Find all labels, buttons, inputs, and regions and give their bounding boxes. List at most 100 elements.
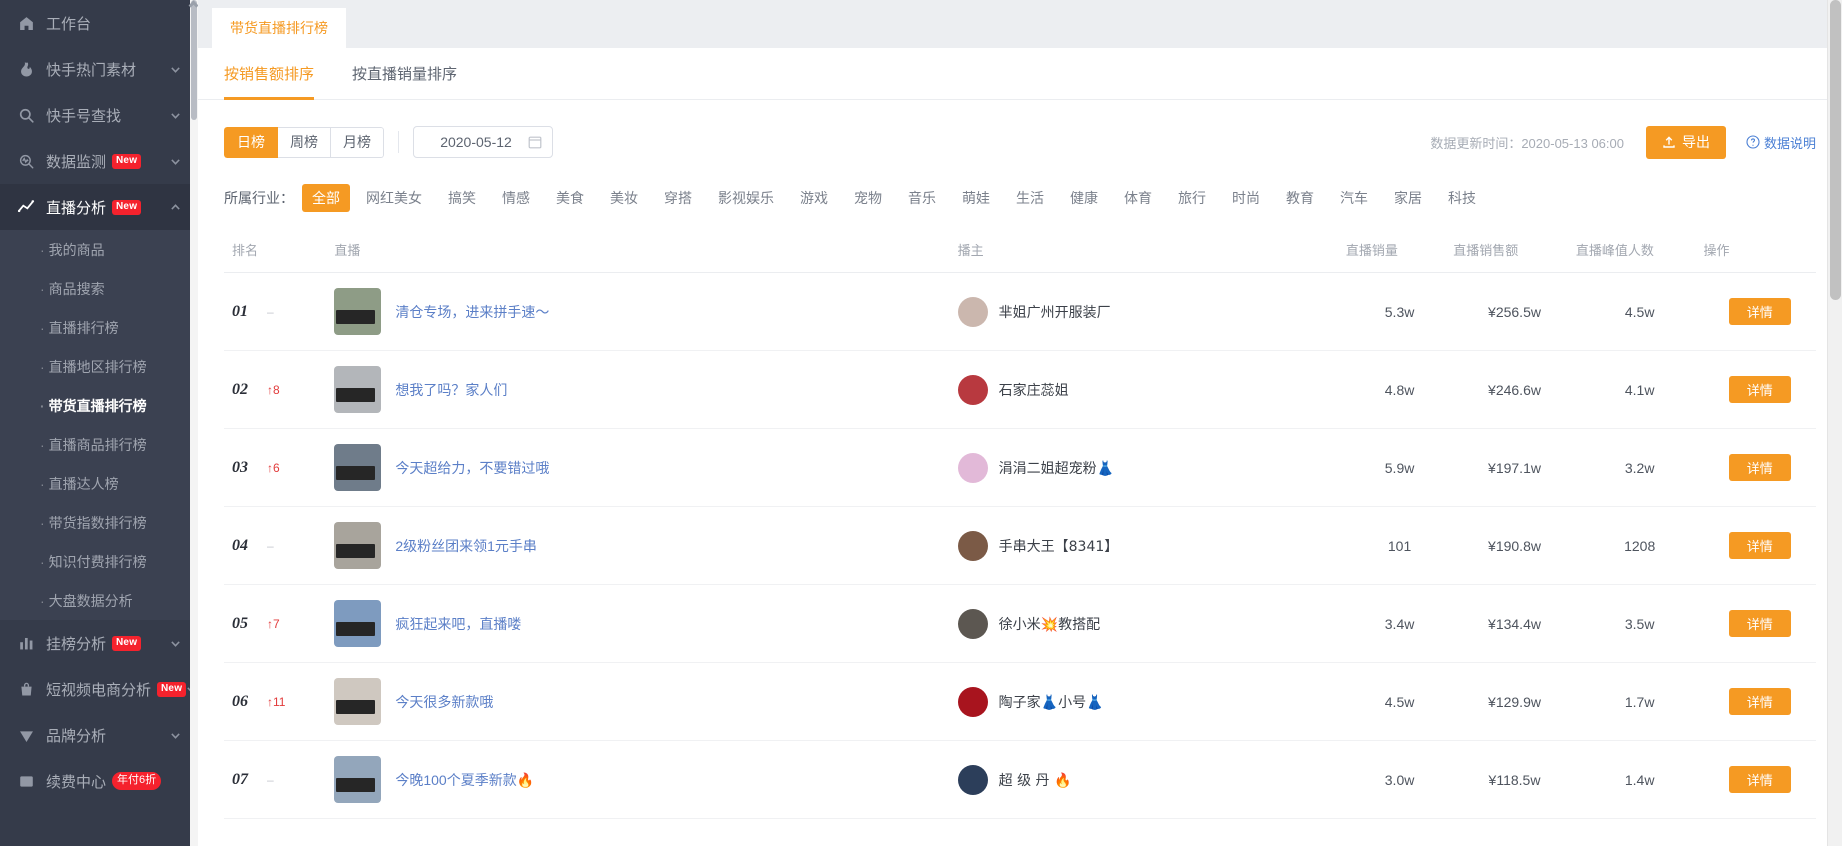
data-description-link[interactable]: 数据说明 <box>1746 133 1816 152</box>
sidebar-item-main-0[interactable]: 工作台 <box>0 0 198 46</box>
live-title-link[interactable]: 今晚100个夏季新款🔥 <box>395 770 534 790</box>
live-title-link[interactable]: 疯狂起来吧，直播喽 <box>395 614 521 634</box>
live-title-link[interactable]: 清仓专场，进来拼手速～ <box>395 302 549 322</box>
sidebar-subitem-0[interactable]: · 我的商品 <box>0 230 198 269</box>
period-option-0[interactable]: 日榜 <box>224 126 278 158</box>
sidebar-subitem-4[interactable]: · 带货直播排行榜 <box>0 386 198 425</box>
host-name-link[interactable]: 陶子家👗小号👗 <box>999 692 1104 712</box>
industry-chip-15[interactable]: 旅行 <box>1168 184 1216 212</box>
industry-chip-8[interactable]: 游戏 <box>790 184 838 212</box>
detail-button[interactable]: 详情 <box>1728 454 1791 481</box>
host-avatar[interactable] <box>957 374 988 405</box>
industry-chip-10[interactable]: 音乐 <box>898 184 946 212</box>
new-badge: New <box>112 199 142 215</box>
host-avatar[interactable] <box>957 686 988 717</box>
host-avatar[interactable] <box>957 296 988 327</box>
sidebar-item-main-1[interactable]: 快手热门素材 <box>0 46 198 92</box>
tab-daihuo-live-ranking[interactable]: 带货直播排行榜 <box>212 8 346 48</box>
industry-chip-16[interactable]: 时尚 <box>1222 184 1270 212</box>
page-scrollbar-thumb[interactable] <box>1830 0 1841 300</box>
industry-chip-11[interactable]: 萌娃 <box>952 184 1000 212</box>
host-avatar[interactable] <box>957 608 988 639</box>
industry-chip-1[interactable]: 网红美女 <box>356 184 432 212</box>
chevron-down-icon[interactable] <box>169 729 181 741</box>
live-thumbnail[interactable] <box>334 366 382 413</box>
cell-live: 2级粉丝团来领1元手串 <box>334 506 958 585</box>
sidebar-subitem-8[interactable]: · 知识付费排行榜 <box>0 542 198 581</box>
detail-button[interactable]: 详情 <box>1728 688 1791 715</box>
chevron-down-icon[interactable] <box>169 155 181 167</box>
live-thumbnail[interactable] <box>334 522 382 569</box>
industry-chip-3[interactable]: 情感 <box>492 184 540 212</box>
industry-chip-19[interactable]: 家居 <box>1384 184 1432 212</box>
live-title-link[interactable]: 今天很多新款哦 <box>395 692 493 712</box>
industry-chip-7[interactable]: 影视娱乐 <box>708 184 784 212</box>
sidebar-item-main-2[interactable]: 快手号查找 <box>0 92 198 138</box>
industry-chip-5[interactable]: 美妆 <box>600 184 648 212</box>
host-avatar[interactable] <box>957 530 988 561</box>
export-button[interactable]: 导出 <box>1645 125 1726 159</box>
chevron-up-icon[interactable] <box>169 201 181 213</box>
industry-chip-12[interactable]: 生活 <box>1006 184 1054 212</box>
sidebar-item-bottom-1[interactable]: 短视频电商分析 New <box>0 666 198 712</box>
cell-action: 详情 <box>1703 584 1816 663</box>
period-option-2[interactable]: 月榜 <box>331 126 384 158</box>
sidebar-item-main-4[interactable]: 直播分析 New <box>0 184 198 230</box>
chevron-down-icon[interactable] <box>169 63 181 75</box>
industry-chip-0[interactable]: 全部 <box>302 184 350 212</box>
period-option-1[interactable]: 周榜 <box>278 126 331 158</box>
industry-chip-18[interactable]: 汽车 <box>1330 184 1378 212</box>
detail-button[interactable]: 详情 <box>1728 532 1791 559</box>
sidebar-scrollbar-thumb[interactable] <box>191 0 197 120</box>
live-thumbnail[interactable] <box>334 444 382 491</box>
live-title-link[interactable]: 今天超给力，不要错过哦 <box>395 458 549 478</box>
sidebar-subitem-9[interactable]: · 大盘数据分析 <box>0 581 198 620</box>
live-title-link[interactable]: 想我了吗？家人们 <box>395 380 507 400</box>
host-name-link[interactable]: 石家庄蕊姐 <box>999 380 1069 400</box>
industry-chip-4[interactable]: 美食 <box>546 184 594 212</box>
sidebar-subitem-7[interactable]: · 带货指数排行榜 <box>0 503 198 542</box>
industry-chip-17[interactable]: 教育 <box>1276 184 1324 212</box>
industry-chip-14[interactable]: 体育 <box>1114 184 1162 212</box>
live-thumbnail[interactable] <box>334 288 382 335</box>
sidebar-subitem-5[interactable]: · 直播商品排行榜 <box>0 425 198 464</box>
sidebar-item-main-3[interactable]: 数据监测 New <box>0 138 198 184</box>
col-header-sales: 直播销量 <box>1345 226 1454 273</box>
sub-tab-1[interactable]: 按直播销量排序 <box>352 48 457 100</box>
sidebar-item-bottom-2[interactable]: 品牌分析 <box>0 712 198 758</box>
chevron-down-icon[interactable] <box>169 109 181 121</box>
host-name-link[interactable]: 手串大王【8341】 <box>999 536 1119 556</box>
detail-button[interactable]: 详情 <box>1728 298 1791 325</box>
host-name-link[interactable]: 涓涓二姐超宠粉👗 <box>999 458 1114 478</box>
industry-chip-6[interactable]: 穿搭 <box>654 184 702 212</box>
sub-tab-0[interactable]: 按销售额排序 <box>224 48 315 100</box>
live-title-link[interactable]: 2级粉丝团来领1元手串 <box>395 536 537 556</box>
industry-chip-2[interactable]: 搞笑 <box>438 184 486 212</box>
live-thumbnail[interactable] <box>334 678 382 725</box>
live-thumbnail[interactable] <box>334 600 382 647</box>
cell-host: 涓涓二姐超宠粉👗 <box>957 428 1346 507</box>
detail-button[interactable]: 详情 <box>1728 376 1791 403</box>
host-name-link[interactable]: 超 级 丹 🔥 <box>999 770 1072 790</box>
host-avatar[interactable] <box>957 764 988 795</box>
industry-chip-20[interactable]: 科技 <box>1438 184 1486 212</box>
chevron-down-icon[interactable] <box>169 637 181 649</box>
live-thumbnail[interactable] <box>334 756 382 803</box>
sidebar-item-bottom-3[interactable]: 续费中心 年付6折 <box>0 758 198 804</box>
detail-button[interactable]: 详情 <box>1728 766 1791 793</box>
page-scrollbar[interactable] <box>1827 0 1842 846</box>
industry-chip-9[interactable]: 宠物 <box>844 184 892 212</box>
sidebar-scrollbar[interactable] <box>188 0 198 846</box>
date-picker[interactable]: 2020-05-12 <box>413 126 553 158</box>
sidebar-subitem-3[interactable]: · 直播地区排行榜 <box>0 347 198 386</box>
sidebar-subitem-2[interactable]: · 直播排行榜 <box>0 308 198 347</box>
sidebar-item-bottom-0[interactable]: 挂榜分析 New <box>0 620 198 666</box>
sidebar-subitem-1[interactable]: · 商品搜索 <box>0 269 198 308</box>
host-name-link[interactable]: 徐小米💥教搭配 <box>999 614 1100 634</box>
industry-chip-13[interactable]: 健康 <box>1060 184 1108 212</box>
detail-button[interactable]: 详情 <box>1728 610 1791 637</box>
host-name-link[interactable]: 芈姐广州开服装厂 <box>999 302 1111 322</box>
host-avatar[interactable] <box>957 452 988 483</box>
col-header-live: 直播 <box>334 226 958 273</box>
sidebar-subitem-6[interactable]: · 直播达人榜 <box>0 464 198 503</box>
